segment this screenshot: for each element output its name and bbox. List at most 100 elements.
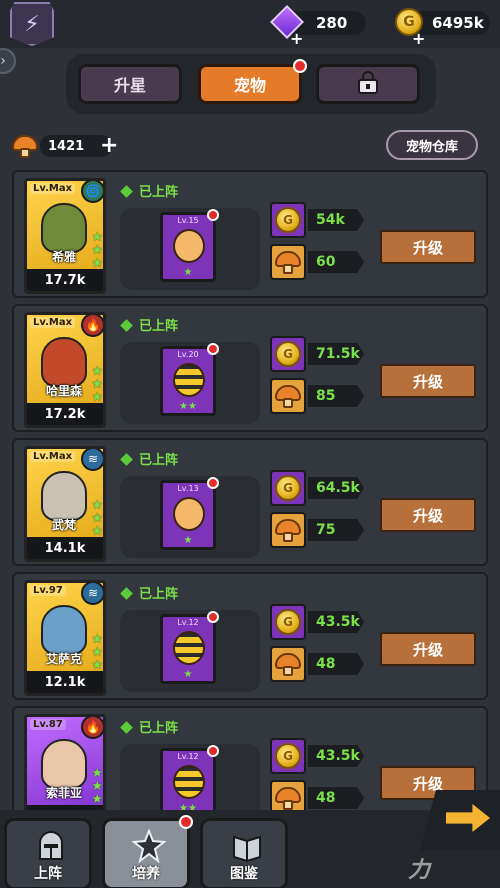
tab-locked[interactable]	[316, 64, 420, 104]
upgrade-button[interactable]: 升级	[380, 498, 476, 532]
water-element-icon: ≋	[81, 583, 103, 605]
nav-train[interactable]: 培养	[102, 815, 193, 888]
gold-cost: 71.5k	[308, 343, 364, 365]
rune-crest-icon[interactable]: ⚡	[10, 2, 54, 46]
pet-level: Lv.20	[177, 350, 199, 359]
hero-level: Lv.Max	[30, 183, 76, 194]
hero-portrait[interactable]: Lv.97 ≋ ★★★★ 艾萨克 12.1k	[24, 580, 106, 696]
pet-stars: ★★	[179, 803, 197, 810]
pet-card[interactable]: Lv.13 ★	[160, 477, 219, 550]
hero-power: 17.2k	[27, 403, 103, 425]
mushroom-icon	[270, 646, 306, 682]
arrow-right-icon	[446, 804, 490, 832]
mushroom-icon	[270, 378, 306, 414]
hero-power: 17.7k	[27, 269, 103, 291]
mushroom-cost: 85	[308, 385, 364, 407]
hero-card: Lv.Max 🌀 ★★★★ 希雅 17.7k 已上阵 Lv.15 ★ G 54k…	[12, 170, 488, 298]
hero-power: 14.1k	[27, 537, 103, 559]
mushroom-cost: 60	[308, 251, 364, 273]
pet-stars: ★	[183, 267, 193, 278]
deployed-status: 已上阵	[120, 717, 178, 736]
pet-storage-label: 宠物仓库	[405, 139, 458, 155]
gem-counter[interactable]: + 280	[270, 5, 366, 48]
hero-level: Lv.Max	[30, 317, 76, 328]
tab-star-up[interactable]: 升星	[78, 64, 182, 104]
gem-add-icon[interactable]: +	[290, 29, 303, 48]
tab-label: 升星	[113, 76, 146, 95]
top-bar: ⚡ + 280 G + 6495k	[0, 0, 500, 48]
nav-codex[interactable]: 图鉴	[200, 818, 288, 888]
pet-stars: ★	[183, 669, 193, 680]
fire-element-icon: 🔥	[81, 717, 103, 739]
pet-card[interactable]: Lv.15 ★	[160, 209, 219, 282]
hero-level: Lv.87	[30, 719, 66, 730]
hero-name: 希雅	[51, 250, 76, 264]
mushroom-cost: 48	[308, 653, 364, 675]
hero-avatar	[41, 739, 87, 789]
mushroom-icon	[270, 780, 306, 810]
notification-dot	[207, 343, 219, 355]
mushroom-cost: 75	[308, 519, 364, 541]
dog-pet-icon	[173, 497, 205, 531]
pet-card[interactable]: Lv.12 ★★	[160, 745, 219, 810]
bee-pet-icon	[173, 765, 205, 799]
upgrade-button[interactable]: 升级	[380, 632, 476, 666]
hero-portrait[interactable]: Lv.Max 🔥 ★★★★ 哈里森 17.2k	[24, 312, 106, 428]
upgrade-button[interactable]: 升级	[380, 364, 476, 398]
hero-name: 哈里森	[45, 384, 82, 398]
gold-add-icon[interactable]: +	[412, 29, 425, 48]
pet-level: Lv.12	[177, 618, 199, 627]
side-panel-toggle-icon[interactable]: ›	[0, 48, 16, 74]
pet-stars: ★★	[179, 401, 197, 412]
deployed-status: 已上阵	[120, 181, 178, 200]
mushroom-icon	[12, 133, 38, 159]
gold-coin-icon: G	[270, 604, 306, 640]
mushroom-counter: 1421 +	[12, 132, 118, 160]
deployed-status: 已上阵	[120, 583, 178, 602]
star-burst-icon	[131, 829, 167, 863]
hero-level: Lv.97	[30, 585, 66, 596]
mushroom-icon	[270, 512, 306, 548]
gold-coin-icon: G	[270, 738, 306, 774]
pet-level: Lv.13	[177, 484, 199, 493]
hero-pet-list[interactable]: Lv.Max 🌀 ★★★★ 希雅 17.7k 已上阵 Lv.15 ★ G 54k…	[0, 170, 500, 810]
gold-coin-icon: G	[270, 202, 306, 238]
fire-element-icon: 🔥	[81, 315, 103, 337]
hero-card: Lv.Max 🔥 ★★★★ 哈里森 17.2k 已上阵 Lv.20 ★★ G 7…	[12, 304, 488, 432]
hero-avatar	[41, 471, 87, 521]
mushroom-add-icon[interactable]: +	[100, 133, 118, 158]
notification-dot	[207, 745, 219, 757]
gold-counter[interactable]: G + 6495k	[395, 8, 490, 48]
gold-coin-icon: G	[270, 470, 306, 506]
notification-dot	[207, 209, 219, 221]
hero-name: 武梵	[51, 518, 76, 532]
hero-level: Lv.Max	[30, 451, 76, 462]
hero-name: 艾萨克	[45, 652, 82, 666]
hero-card: Lv.Max ≋ ★★★★ 武梵 14.1k 已上阵 Lv.13 ★ G 64.…	[12, 438, 488, 566]
hero-portrait[interactable]: Lv.Max ≋ ★★★★ 武梵 14.1k	[24, 446, 106, 562]
hero-card: Lv.97 ≋ ★★★★ 艾萨克 12.1k 已上阵 Lv.12 ★ G 43.…	[12, 572, 488, 700]
upgrade-button[interactable]: 升级	[380, 230, 476, 264]
mushroom-icon	[270, 244, 306, 280]
bee-pet-icon	[173, 631, 205, 665]
pet-level: Lv.15	[177, 216, 199, 225]
hero-portrait[interactable]: Lv.87 🔥 ★★★★ 索菲亚 11.7k	[24, 714, 106, 810]
hero-portrait[interactable]: Lv.Max 🌀 ★★★★ 希雅 17.7k	[24, 178, 106, 294]
hero-avatar	[41, 203, 87, 253]
notification-dot	[293, 59, 307, 73]
hero-name: 索菲亚	[45, 786, 82, 800]
notification-dot	[207, 611, 219, 623]
gold-cost: 43.5k	[308, 611, 364, 633]
wind-element-icon: 🌀	[81, 181, 103, 203]
gold-cost: 64.5k	[308, 477, 364, 499]
pet-card[interactable]: Lv.20 ★★	[160, 343, 219, 416]
water-element-icon: ≋	[81, 449, 103, 471]
pet-storage-button[interactable]: 宠物仓库	[386, 130, 478, 160]
nav-deploy[interactable]: 上阵	[4, 818, 92, 888]
tab-pets[interactable]: 宠物	[198, 59, 307, 104]
pet-card[interactable]: Lv.12 ★	[160, 611, 219, 684]
hero-card: Lv.87 🔥 ★★★★ 索菲亚 11.7k 已上阵 Lv.12 ★★ G 43…	[12, 706, 488, 810]
bee-pet-icon	[173, 363, 205, 397]
knight-helmet-icon	[33, 829, 69, 863]
nav-deploy-label: 上阵	[34, 866, 62, 882]
